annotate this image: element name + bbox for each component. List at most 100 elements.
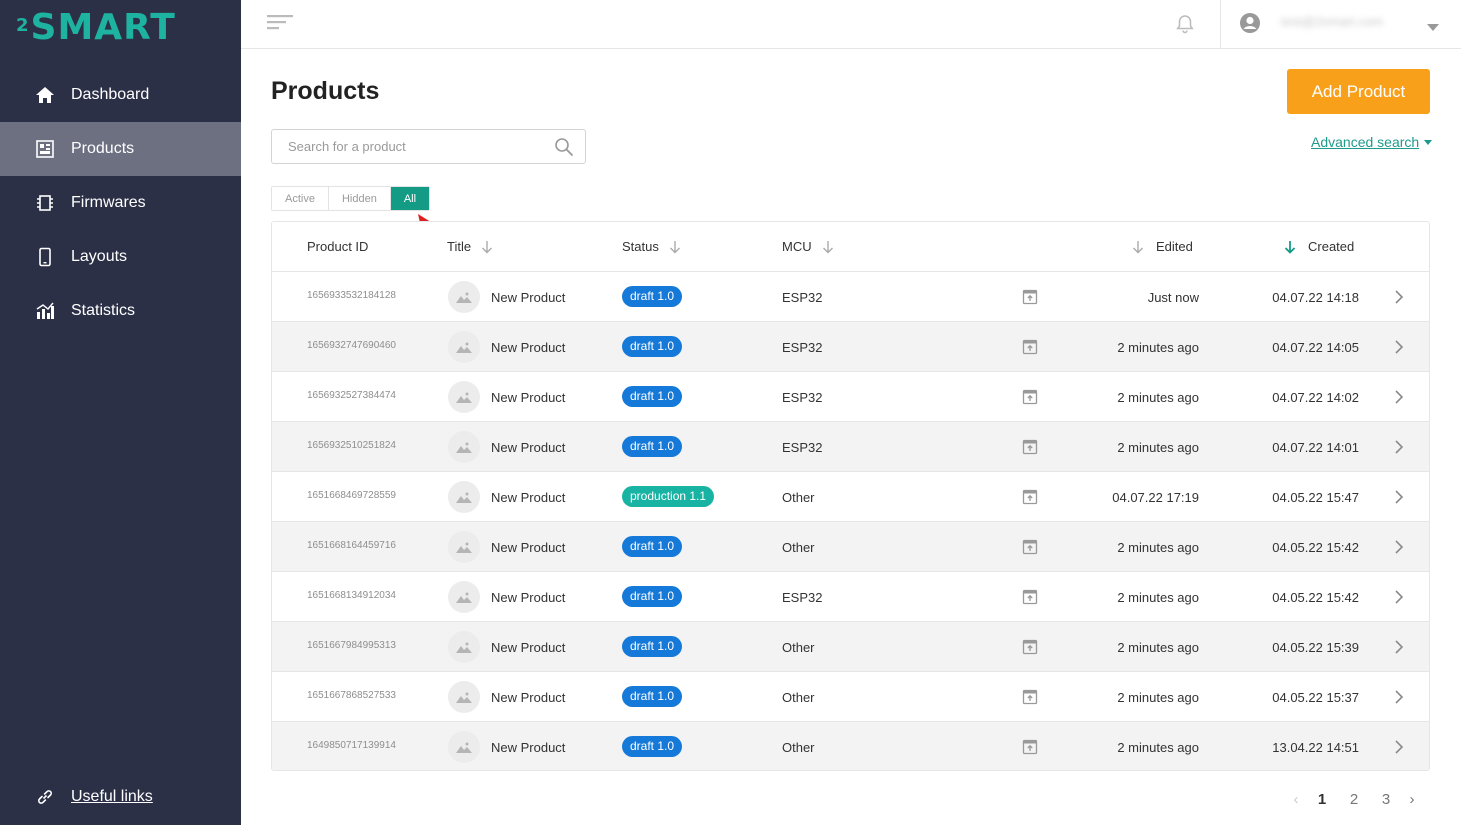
chevron-right-icon[interactable]: [1394, 422, 1404, 472]
table-row[interactable]: 1656932747690460 New Product draft 1.0 ESP3…: [272, 322, 1429, 372]
header-created-label: Created: [1308, 239, 1355, 254]
archive-icon[interactable]: [1022, 372, 1038, 422]
archive-icon[interactable]: [1022, 622, 1038, 672]
products-icon: [35, 139, 55, 159]
menu-icon[interactable]: [267, 14, 295, 34]
archive-icon[interactable]: [1022, 722, 1038, 770]
logo-text: SMART: [30, 7, 176, 48]
page-title: Products: [271, 77, 380, 105]
sidebar: 2SMART Dashboard Products Firmwares Layouts…: [0, 0, 241, 825]
status-cell: production 1.1: [622, 472, 715, 522]
product-thumbnail: [448, 272, 480, 322]
header-edited[interactable]: Edited: [1132, 239, 1193, 254]
chevron-right-icon[interactable]: [1394, 672, 1404, 722]
status-cell: draft 1.0: [622, 672, 683, 722]
logo-superscript: 2: [16, 15, 30, 36]
chevron-right-icon[interactable]: [1394, 572, 1404, 622]
product-created: 04.05.22 15:47: [1272, 489, 1359, 505]
image-placeholder-icon: [448, 731, 480, 763]
product-created: 04.05.22 15:37: [1272, 689, 1359, 705]
status-badge: draft 1.0: [622, 285, 683, 307]
chevron-right-icon[interactable]: [1394, 472, 1404, 522]
product-id: 1656933532184128: [307, 289, 396, 301]
useful-links[interactable]: Useful links: [35, 787, 153, 807]
header-created[interactable]: Created: [1284, 239, 1354, 254]
add-product-button[interactable]: Add Product: [1287, 69, 1430, 114]
product-created: 04.07.22 14:02: [1272, 389, 1359, 405]
pagination-next-icon[interactable]: ›: [1402, 791, 1422, 808]
archive-icon[interactable]: [1022, 472, 1038, 522]
product-id: 1649850717139914: [307, 739, 396, 751]
archive-icon[interactable]: [1022, 272, 1038, 322]
sidebar-item-firmwares[interactable]: Firmwares: [0, 176, 241, 230]
image-placeholder-icon: [448, 631, 480, 663]
header-status[interactable]: Status: [622, 239, 681, 254]
product-mcu: Other: [782, 489, 815, 505]
table-row[interactable]: 1651668164459716 New Product draft 1.0 Othe…: [272, 522, 1429, 572]
product-mcu: Other: [782, 639, 815, 655]
chevron-right-icon[interactable]: [1394, 272, 1404, 322]
status-cell: draft 1.0: [622, 322, 683, 372]
sidebar-item-products[interactable]: Products: [0, 122, 241, 176]
archive-icon[interactable]: [1022, 422, 1038, 472]
table-row[interactable]: 1651668134912034 New Product draft 1.0 ESP3…: [272, 572, 1429, 622]
product-edited: 2 minutes ago: [1117, 389, 1199, 405]
chevron-right-icon[interactable]: [1394, 622, 1404, 672]
table-row[interactable]: 1651668469728559 New Product production 1.…: [272, 472, 1429, 522]
table-row[interactable]: 1649850717139914 New Product draft 1.0 Othe…: [272, 722, 1429, 770]
search-input[interactable]: [272, 130, 542, 163]
product-edited: 04.07.22 17:19: [1112, 489, 1199, 505]
image-placeholder-icon: [448, 381, 480, 413]
header-mcu[interactable]: MCU: [782, 239, 834, 254]
chevron-right-icon[interactable]: [1394, 372, 1404, 422]
archive-icon[interactable]: [1022, 522, 1038, 572]
archive-icon[interactable]: [1022, 322, 1038, 372]
tab-all[interactable]: All: [390, 187, 430, 210]
product-thumbnail: [448, 722, 480, 770]
sidebar-item-label: Firmwares: [71, 194, 146, 211]
archive-icon[interactable]: [1022, 572, 1038, 622]
sidebar-item-layouts[interactable]: Layouts: [0, 230, 241, 284]
bell-icon[interactable]: [1174, 13, 1196, 35]
chevron-down-icon[interactable]: [1427, 19, 1439, 31]
product-thumbnail: [448, 572, 480, 622]
pagination-prev-icon[interactable]: ‹: [1286, 791, 1306, 808]
chevron-right-icon[interactable]: [1394, 722, 1404, 770]
link-icon: [35, 787, 55, 807]
image-placeholder-icon: [448, 431, 480, 463]
user-avatar-icon[interactable]: [1239, 12, 1261, 34]
header-title[interactable]: Title: [447, 239, 493, 254]
table-header: Product ID Title Status MCU Edited Creat…: [272, 222, 1429, 272]
product-edited: 2 minutes ago: [1117, 589, 1199, 605]
advanced-search-link[interactable]: Advanced search: [1311, 134, 1433, 150]
chevron-right-icon[interactable]: [1394, 522, 1404, 572]
product-title: New Product: [491, 489, 566, 505]
sidebar-item-label: Statistics: [71, 302, 136, 319]
pagination-page[interactable]: 3: [1370, 791, 1402, 808]
table-row[interactable]: 1656933532184128 New Product draft 1.0 ESP3…: [272, 272, 1429, 322]
table-row[interactable]: 1651667868527533 New Product draft 1.0 Othe…: [272, 672, 1429, 722]
product-title: New Product: [491, 339, 566, 355]
sidebar-item-dashboard[interactable]: Dashboard: [0, 68, 241, 122]
pagination-page[interactable]: 2: [1338, 791, 1370, 808]
brand-logo[interactable]: 2SMART: [16, 10, 176, 46]
status-badge: draft 1.0: [622, 635, 683, 657]
home-icon: [35, 85, 55, 105]
product-mcu: ESP32: [782, 389, 823, 405]
chip-icon: [35, 193, 55, 213]
archive-icon[interactable]: [1022, 672, 1038, 722]
table-row[interactable]: 1656932510251824 New Product draft 1.0 ESP3…: [272, 422, 1429, 472]
table-row[interactable]: 1656932527384474 New Product draft 1.0 ESP3…: [272, 372, 1429, 422]
user-email[interactable]: test@2smart.com: [1281, 14, 1391, 30]
search-icon[interactable]: [554, 137, 574, 157]
tab-active[interactable]: Active: [272, 187, 329, 210]
table-row[interactable]: 1651667984995313 New Product draft 1.0 Othe…: [272, 622, 1429, 672]
chevron-right-icon[interactable]: [1394, 322, 1404, 372]
sidebar-item-statistics[interactable]: Statistics: [0, 284, 241, 338]
tab-hidden[interactable]: Hidden: [328, 187, 391, 210]
useful-links-label: Useful links: [71, 788, 153, 805]
product-edited: Just now: [1147, 289, 1199, 305]
pagination-page[interactable]: 1: [1306, 791, 1338, 808]
product-id: 1651668134912034: [307, 589, 396, 601]
product-title: New Product: [491, 539, 566, 555]
